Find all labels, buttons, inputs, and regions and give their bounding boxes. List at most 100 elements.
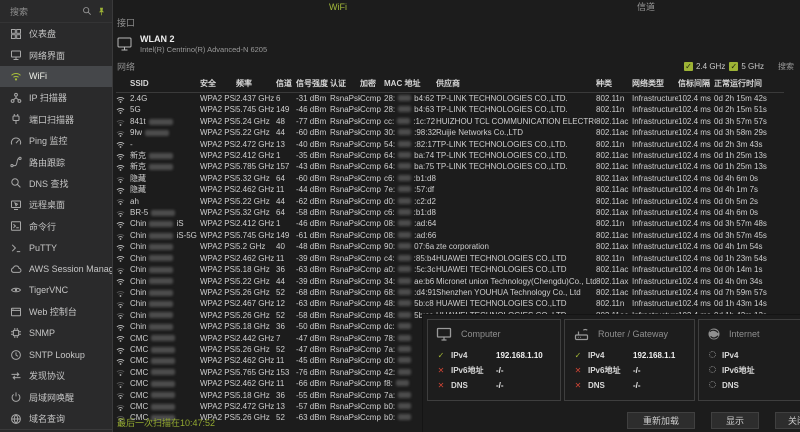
cell-mac: 90:07:6a (384, 241, 436, 252)
sidebar-item-ping-monitor[interactable]: Ping 监控 (0, 130, 112, 151)
cell-signal: -55 dBm (296, 390, 330, 401)
cell-ssid: CMC (130, 344, 200, 355)
cell-encryption: Ccmp (360, 241, 384, 252)
column-header-ssid[interactable]: SSID (130, 76, 200, 93)
snmp-icon (10, 327, 22, 339)
table-row[interactable]: ChiniS-5GWPA2 PSK5.745 GHz149-61 dBmRsna… (116, 230, 784, 241)
cell-mac: 28:b4:63 (384, 104, 436, 115)
column-header-mac[interactable]: MAC 地址 (384, 76, 436, 93)
sidebar-item-command-line[interactable]: 命令行 (0, 216, 112, 237)
column-header-vendor[interactable]: 供应商 (436, 76, 596, 93)
cell-signal: -58 dBm (296, 207, 330, 218)
sidebar-item-whois[interactable]: 域名查询 (0, 408, 112, 429)
cell-ssid: CMC (130, 378, 200, 389)
wake-on-lan-icon (10, 391, 22, 403)
sidebar-item-port-scanner[interactable]: 端口扫描器 (0, 109, 112, 130)
column-header-standard[interactable]: 种类 (596, 76, 632, 93)
sidebar-item-dns-lookup[interactable]: DNS 查找 (0, 173, 112, 194)
cell-vendor: Shenzhen YOUHUA Technology Co., Ltd (436, 287, 596, 298)
table-row[interactable]: 841tWPA2 PSK5.24 GHz48-77 dBmRsnaPskCcmp… (116, 116, 784, 127)
checkbox-icon (729, 62, 738, 71)
table-row[interactable]: 5GWPA2 PSK5.745 GHz149-46 dBmRsnaPskCcmp… (116, 104, 784, 115)
sidebar-item-network-interface[interactable]: 网络界面 (0, 44, 112, 65)
column-header-security[interactable]: 安全 (200, 76, 236, 93)
column-header-beacon[interactable]: 信标间隔 (678, 76, 714, 93)
show-button[interactable]: 显示 (711, 412, 759, 429)
card-title: Computer (461, 329, 501, 339)
cell-standard: 802.11ac (596, 264, 632, 275)
cell-network-type: Infrastructure (632, 161, 678, 172)
close-button[interactable]: 关闭 (775, 412, 800, 429)
filter-24ghz-checkbox[interactable]: 2.4 GHz (684, 62, 725, 71)
table-row[interactable]: 隐藏WPA2 PSK5.32 GHz64-60 dBmRsnaPskCcmpc6… (116, 173, 784, 184)
table-row[interactable]: 2.4GWPA2 PSK2.437 GHz6-31 dBmRsnaPskCcmp… (116, 93, 784, 105)
column-header-auth[interactable]: 认证 (330, 76, 360, 93)
sidebar-item-tigervnc[interactable]: TigerVNC (0, 280, 112, 301)
table-row[interactable]: ChinWPA2 PSK5.22 GHz44-39 dBmRsnaPskCcmp… (116, 276, 784, 287)
cell-security: WPA2 PSK (200, 150, 236, 161)
scan-button[interactable]: 搜索 (778, 61, 794, 72)
table-row[interactable]: BR-5WPA2 PSK5.32 GHz64-58 dBmRsnaPskCcmp… (116, 207, 784, 218)
sidebar-item-aws-session-manager[interactable]: AWS Session Manager (0, 258, 112, 279)
table-row[interactable]: 新克WPA2 PSK5.785 GHz157-43 dBmRsnaPskCcmp… (116, 161, 784, 172)
table-row[interactable]: ChinWPA2 PSK5.2 GHz40-48 dBmRsnaPskCcmp9… (116, 241, 784, 252)
cell-security: WPA2 PSK (200, 116, 236, 127)
sidebar-item-sntp-lookup[interactable]: SNTP Lookup (0, 344, 112, 365)
column-header-network-type[interactable]: 网络类型 (632, 76, 678, 93)
censored-mac (398, 414, 411, 420)
status-row: DNS -/- (436, 381, 552, 390)
sidebar-item-label: 路由跟踪 (29, 156, 65, 169)
cell-uptime: 0d 3h 57m 48s (714, 218, 784, 229)
wifi-signal-icon (116, 311, 125, 320)
column-header-signal[interactable]: 信号强度 (296, 76, 330, 93)
reload-button[interactable]: 重新加载 (627, 412, 695, 429)
sidebar-item-putty[interactable]: PuTTY (0, 237, 112, 258)
column-header-uptime[interactable]: 正常运行时间 (714, 76, 784, 93)
cell-vendor (436, 207, 596, 218)
sidebar-item-wake-on-lan[interactable]: 局域网唤醒 (0, 387, 112, 408)
column-header-frequency[interactable]: 频率 (236, 76, 276, 93)
cell-encryption: Ccmp (360, 321, 384, 332)
cell-network-type: Infrastructure (632, 230, 678, 241)
table-row[interactable]: 9lwWPA2 PSK5.22 GHz44-60 dBmRsnaPskCcmp3… (116, 127, 784, 138)
table-header-row: SSID 安全 频率 信道 信号强度 认证 加密 MAC 地址 供应商 种类 网… (116, 76, 784, 93)
wifi-signal-icon (116, 403, 125, 412)
sidebar-item-discovery-protocol[interactable]: 发现协议 (0, 365, 112, 386)
table-row[interactable]: ahWPA2 PSK5.22 GHz44-62 dBmRsnaPskCcmpd0… (116, 196, 784, 207)
table-row[interactable]: 新克WPA2 PSK2.412 GHz1-35 dBmRsnaPskCcmp64… (116, 150, 784, 161)
cell-signal-icon (116, 310, 130, 321)
pin-icon[interactable] (97, 6, 106, 17)
sidebar-item-remote-desktop[interactable]: 远程桌面 (0, 194, 112, 215)
table-row[interactable]: ChinWPA2 PSK2.467 GHz12-63 dBmRsnaPskCcm… (116, 298, 784, 309)
sidebar-item-dashboard[interactable]: 仪表盘 (0, 23, 112, 44)
sidebar-item-label: 网络界面 (29, 49, 65, 62)
cell-frequency: 2.472 GHz (236, 139, 276, 150)
table-row[interactable]: ChinWPA2 PSK5.18 GHz36-63 dBmRsnaPskCcmp… (116, 264, 784, 275)
table-row[interactable]: 隐藏WPA2 PSK2.462 GHz11-44 dBmRsnaPskCcmp7… (116, 184, 784, 195)
sidebar-item-wifi[interactable]: WiFi (0, 66, 112, 87)
sidebar-search-input[interactable]: 搜索 (0, 0, 112, 23)
cell-channel: 7 (276, 333, 296, 344)
column-header-encryption[interactable]: 加密 (360, 76, 384, 93)
column-header-channel[interactable]: 信道 (276, 76, 296, 93)
cell-signal: -60 dBm (296, 127, 330, 138)
tab-wifi[interactable]: WiFi (184, 0, 492, 13)
sidebar-item-ip-scanner[interactable]: IP 扫描器 (0, 87, 112, 108)
cell-vendor: TP-LINK TECHNOLOGIES CO.,LTD. (436, 93, 596, 105)
cell-uptime: 0d 4h 0m 34s (714, 276, 784, 287)
interface-item[interactable]: WLAN 2 Intel(R) Centrino(R) Advanced-N 6… (117, 34, 800, 54)
sidebar-item-snmp[interactable]: SNMP (0, 322, 112, 343)
cell-encryption: Ccmp (360, 139, 384, 150)
cell-frequency: 5.22 GHz (236, 276, 276, 287)
sidebar-item-web-console[interactable]: Web 控制台 (0, 301, 112, 322)
sidebar-item-traceroute[interactable]: 路由跟踪 (0, 151, 112, 172)
tab-channel[interactable]: 信道 (492, 0, 800, 13)
table-row[interactable]: ChinWPA2 PSK2.462 GHz11-39 dBmRsnaPskCcm… (116, 253, 784, 264)
filter-5ghz-checkbox[interactable]: 5 GHz (729, 62, 764, 71)
table-row[interactable]: ChinWPA2 PSK5.26 GHz52-68 dBmRsnaPskCcmp… (116, 287, 784, 298)
sntp-lookup-icon (10, 349, 22, 361)
table-row[interactable]: -WPA2 PSK2.472 GHz13-40 dBmRsnaPskCcmp54… (116, 139, 784, 150)
status-icon (707, 351, 717, 360)
cell-signal-icon (116, 196, 130, 207)
table-row[interactable]: ChiniSWPA2 PSK2.412 GHz1-46 dBmRsnaPskCc… (116, 218, 784, 229)
